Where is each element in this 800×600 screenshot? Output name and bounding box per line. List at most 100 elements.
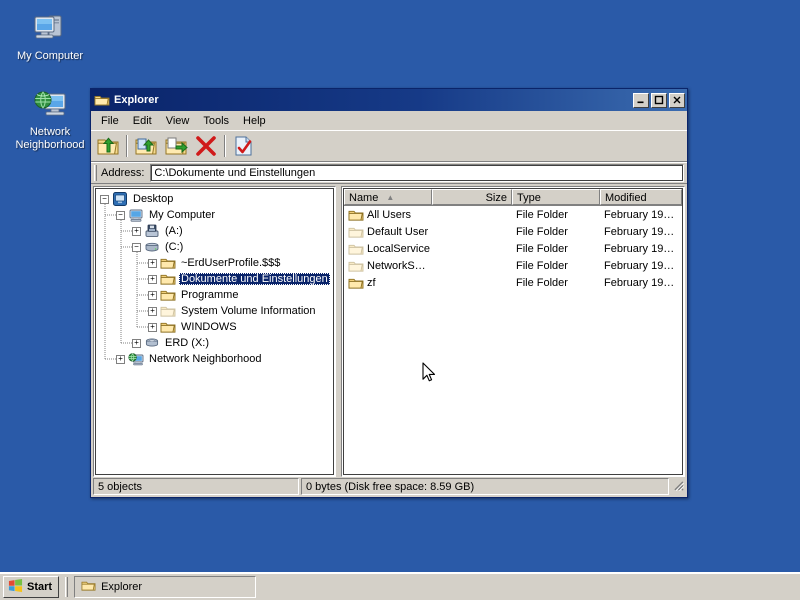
tree-item-label: ERD (X:) <box>165 337 209 349</box>
file-list-row[interactable]: zf File Folder February 19… <box>344 274 682 291</box>
file-cell-name: zf <box>344 275 432 291</box>
file-list-row[interactable]: All Users File Folder February 19… <box>344 206 682 223</box>
task-button-explorer[interactable]: Explorer <box>74 576 257 598</box>
file-list-body: All Users File Folder February 19… Default … <box>344 206 682 291</box>
address-bar: Address: C:\Dokumente und Einstellungen <box>91 162 687 184</box>
up-one-level-button[interactable] <box>93 132 123 160</box>
file-cell-type: File Folder <box>512 277 600 289</box>
file-cell-modified: February 19… <box>600 277 682 289</box>
file-cell-text: File Folder <box>516 276 568 289</box>
expand-plus-icon[interactable]: + <box>148 274 157 284</box>
file-list-header: Name ▲ Size Type Modified <box>344 189 682 206</box>
collapse-minus-icon[interactable]: − <box>100 194 109 204</box>
file-cell-text: zf <box>367 276 376 289</box>
toolbar-separator <box>224 135 226 157</box>
file-list-row[interactable]: Default User File Folder February 19… <box>344 223 682 240</box>
file-cell-modified: February 19… <box>600 260 682 272</box>
file-cell-text: NetworkS… <box>367 259 426 272</box>
expand-plus-icon[interactable]: + <box>132 226 141 236</box>
file-cell-text: February 19… <box>604 276 675 289</box>
file-list-row[interactable]: LocalService File Folder February 19… <box>344 240 682 257</box>
tree-item-c[interactable]: − (C:) <box>96 239 333 255</box>
copy-to-button[interactable] <box>131 132 161 160</box>
file-cell-modified: February 19… <box>600 209 682 221</box>
status-object-count: 5 objects <box>93 478 299 495</box>
address-input[interactable]: C:\Dokumente und Einstellungen <box>150 163 684 182</box>
tree-item-a[interactable]: + (A:) <box>96 223 333 239</box>
menu-item-help[interactable]: Help <box>236 113 273 129</box>
taskbar: Start Explorer <box>0 572 800 600</box>
tree-item-erd-x[interactable]: + ERD (X:) <box>96 335 333 351</box>
resize-grip-icon[interactable] <box>671 481 685 495</box>
file-cell-type: File Folder <box>512 260 600 272</box>
start-button[interactable]: Start <box>3 576 60 598</box>
tree-item-label: (A:) <box>165 225 183 237</box>
file-list-row[interactable]: NetworkS… File Folder February 19… <box>344 257 682 274</box>
folder-tree: − Desktop − My Computer + (A:) − (C:) + ~ErdUserP… <box>96 189 333 367</box>
file-cell-text: February 19… <box>604 208 675 221</box>
tree-item-label: My Computer <box>149 209 216 221</box>
tree-item-label: ~ErdUserProfile.$$$ <box>181 257 281 269</box>
column-header-type[interactable]: Type <box>512 189 600 205</box>
window-titlebar[interactable]: Explorer <box>91 89 687 111</box>
column-header-size[interactable]: Size <box>432 189 512 205</box>
folder-icon <box>348 258 364 274</box>
folder-icon <box>160 319 176 335</box>
collapse-minus-icon[interactable]: − <box>116 210 125 220</box>
file-cell-text: File Folder <box>516 225 568 238</box>
menu-item-edit[interactable]: Edit <box>126 113 159 129</box>
toolbar-separator <box>126 135 128 157</box>
tree-item-dokumente-und-einstellungen[interactable]: + Dokumente und Einstellungen <box>96 271 333 287</box>
tree-item-network-neighborhood[interactable]: + Network Neighborhood <box>96 351 333 367</box>
collapse-minus-icon[interactable]: − <box>132 242 141 252</box>
move-to-button[interactable] <box>161 132 191 160</box>
expand-plus-icon[interactable]: + <box>148 290 157 300</box>
tree-item-programme[interactable]: + Programme <box>96 287 333 303</box>
menu-bar: File Edit View Tools Help <box>91 111 687 130</box>
column-header-label: Size <box>485 191 507 204</box>
expand-plus-icon[interactable]: + <box>148 258 157 268</box>
tree-item-windows[interactable]: + WINDOWS <box>96 319 333 335</box>
file-cell-text: February 19… <box>604 242 675 255</box>
column-header-label: Modified <box>605 191 647 204</box>
folder-icon <box>160 271 176 287</box>
floppy-drive-icon <box>144 223 160 239</box>
address-label: Address: <box>101 166 145 179</box>
desktop-icon-network-neighborhood[interactable]: Network Neighborhood <box>6 86 94 152</box>
tree-item-erduserprofile[interactable]: + ~ErdUserProfile.$$$ <box>96 255 333 271</box>
tree-item-desktop[interactable]: − Desktop <box>96 191 333 207</box>
properties-button[interactable] <box>229 132 259 160</box>
file-cell-text: February 19… <box>604 259 675 272</box>
maximize-button[interactable] <box>651 92 667 108</box>
file-cell-name: All Users <box>344 207 432 223</box>
folder-icon <box>160 287 176 303</box>
close-button[interactable] <box>669 92 685 108</box>
column-header-name[interactable]: Name ▲ <box>344 189 432 205</box>
tree-item-label: Desktop <box>133 193 174 205</box>
menu-item-file[interactable]: File <box>94 113 126 129</box>
address-bar-grip[interactable] <box>94 164 97 181</box>
folder-icon <box>348 241 364 257</box>
tree-item-system-volume-information[interactable]: + System Volume Information <box>96 303 333 319</box>
expand-plus-icon[interactable]: + <box>132 338 141 348</box>
file-cell-name: LocalService <box>344 241 432 257</box>
expand-plus-icon[interactable]: + <box>148 322 157 332</box>
desktop-icon-my-computer[interactable]: My Computer <box>6 10 94 63</box>
hard-drive-icon <box>144 239 160 255</box>
menu-item-tools[interactable]: Tools <box>196 113 236 129</box>
status-bar: 5 objects 0 bytes (Disk free space: 8.59… <box>91 477 687 497</box>
delete-button[interactable] <box>191 132 221 160</box>
minimize-button[interactable] <box>633 92 649 108</box>
expand-plus-icon[interactable]: + <box>116 354 125 364</box>
menu-item-view[interactable]: View <box>159 113 197 129</box>
windows-flag-icon <box>8 578 23 596</box>
folder-icon <box>81 578 96 596</box>
folder-icon <box>348 207 364 223</box>
my-computer-icon <box>32 10 68 46</box>
expand-plus-icon[interactable]: + <box>148 306 157 316</box>
column-header-modified[interactable]: Modified <box>600 189 682 205</box>
file-cell-name: Default User <box>344 224 432 240</box>
network-neighborhood-icon <box>32 86 68 122</box>
tree-item-my-computer[interactable]: − My Computer <box>96 207 333 223</box>
folder-icon <box>94 92 110 108</box>
